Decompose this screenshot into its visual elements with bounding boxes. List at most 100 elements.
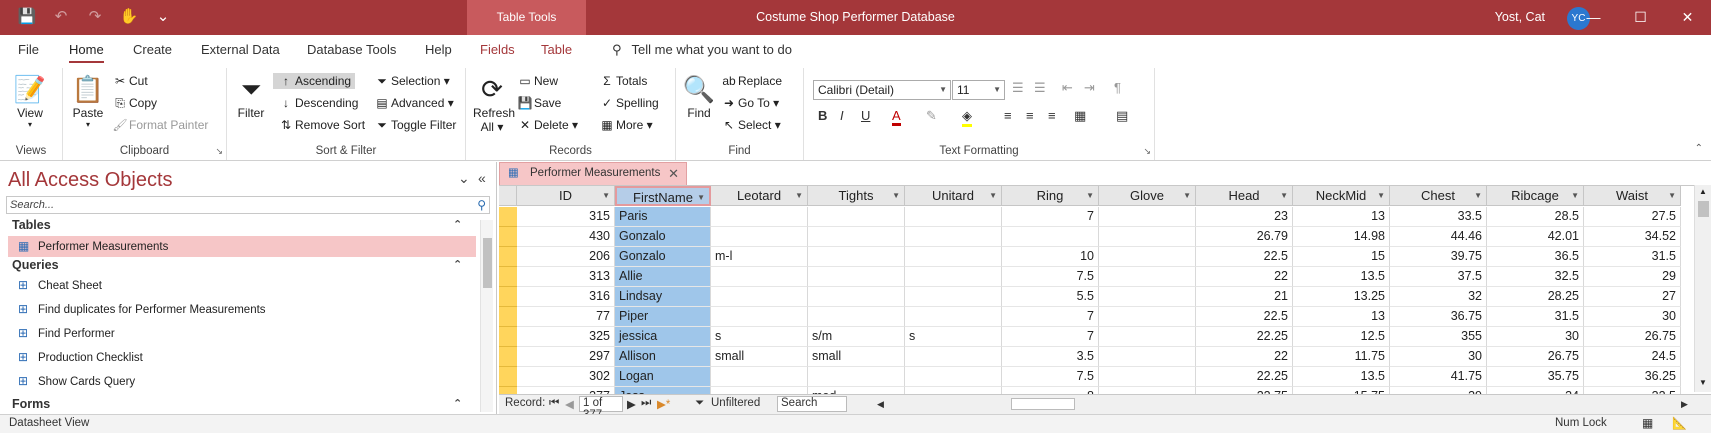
cell-unitard[interactable] <box>905 227 1002 247</box>
align-right-icon[interactable]: ≡ <box>1048 108 1056 123</box>
document-tab[interactable]: ▦ Performer Measurements ✕ <box>499 162 687 185</box>
underline-icon[interactable]: U <box>861 108 870 123</box>
select-all-corner[interactable] <box>499 186 517 206</box>
record-selector[interactable] <box>499 247 517 267</box>
font-size-combo[interactable]: 11 ▼ <box>952 80 1005 100</box>
close-icon[interactable]: ✕ <box>668 163 679 184</box>
tab-database-tools[interactable]: Database Tools <box>307 42 396 57</box>
tab-fields[interactable]: Fields <box>480 42 515 57</box>
cell-leotard[interactable]: m-l <box>711 247 808 267</box>
scroll-down-icon[interactable]: ▼ <box>1699 378 1707 387</box>
nav-search-input[interactable]: Search... ⚲ <box>6 196 490 214</box>
cell-neckmid[interactable]: 13.5 <box>1293 367 1390 387</box>
font-color-icon[interactable]: A <box>892 108 901 126</box>
format-painter-button[interactable]: 🖌Format Painter <box>111 118 208 132</box>
cell-head[interactable]: 22 <box>1196 267 1293 287</box>
cell-glove[interactable] <box>1099 247 1196 267</box>
record-selector[interactable] <box>499 347 517 367</box>
cell-ribcage[interactable]: 31.5 <box>1487 307 1584 327</box>
toggle-filter-button[interactable]: ⏷ Toggle Filter <box>373 118 456 133</box>
tab-table[interactable]: Table <box>541 42 572 57</box>
cell-ribcage[interactable]: 32.5 <box>1487 267 1584 287</box>
cell-ring[interactable]: 7.5 <box>1002 367 1099 387</box>
filter-dropdown-icon[interactable]: ▼ <box>1668 186 1676 206</box>
customize-qat-icon[interactable]: ⌄ <box>152 7 174 25</box>
filter-dropdown-icon[interactable]: ▼ <box>1474 186 1482 206</box>
selection-button[interactable]: ⏷ Selection ▾ <box>373 74 450 89</box>
cell-id[interactable]: 430 <box>517 227 615 247</box>
cell-waist[interactable]: 29 <box>1584 267 1681 287</box>
cell-waist[interactable]: 36.25 <box>1584 367 1681 387</box>
cell-unitard[interactable] <box>905 207 1002 227</box>
cell-firstname[interactable]: Piper <box>615 307 711 327</box>
cell-glove[interactable] <box>1099 327 1196 347</box>
shutter-bar-icon[interactable]: « <box>478 170 486 186</box>
cell-id[interactable]: 297 <box>517 347 615 367</box>
cell-firstname[interactable]: Lindsay <box>615 287 711 307</box>
touch-mode-icon[interactable]: ✋ <box>118 7 140 25</box>
cell-chest[interactable]: 41.75 <box>1390 367 1487 387</box>
more-button[interactable]: ▦ More ▾ <box>598 118 652 132</box>
column-header-leotard[interactable]: Leotard ▼ <box>711 186 808 206</box>
font-name-combo[interactable]: Calibri (Detail) ▼ <box>813 80 951 100</box>
close-button[interactable]: ✕ <box>1664 0 1711 35</box>
bullets-icon[interactable]: ☰ <box>1012 80 1024 96</box>
filter-button[interactable]: ⏷ Filter <box>233 72 269 120</box>
bold-icon[interactable]: B <box>818 108 827 123</box>
cell-tights[interactable] <box>808 247 905 267</box>
numbering-icon[interactable]: ☰ <box>1034 80 1046 96</box>
nav-item-cheat-sheet[interactable]: ⊞ Cheat Sheet <box>8 275 476 296</box>
align-center-icon[interactable]: ≡ <box>1026 108 1034 123</box>
cell-tights[interactable] <box>808 227 905 247</box>
cell-id[interactable]: 316 <box>517 287 615 307</box>
cell-glove[interactable] <box>1099 227 1196 247</box>
cell-waist[interactable]: 31.5 <box>1584 247 1681 267</box>
filter-dropdown-icon[interactable]: ▼ <box>1377 186 1385 206</box>
next-record-icon[interactable]: ▶ <box>627 397 636 411</box>
cell-unitard[interactable] <box>905 287 1002 307</box>
cell-glove[interactable] <box>1099 367 1196 387</box>
scroll-thumb[interactable] <box>1698 201 1709 217</box>
cell-waist[interactable]: 24.5 <box>1584 347 1681 367</box>
cell-id[interactable]: 206 <box>517 247 615 267</box>
cell-ribcage[interactable]: 28.5 <box>1487 207 1584 227</box>
scroll-thumb[interactable] <box>483 238 492 288</box>
record-selector[interactable] <box>499 227 517 247</box>
cell-id[interactable]: 315 <box>517 207 615 227</box>
advanced-button[interactable]: ▤ Advanced ▾ <box>373 96 453 110</box>
minimize-button[interactable]: — <box>1570 0 1617 35</box>
cell-unitard[interactable] <box>905 267 1002 287</box>
cell-id[interactable]: 325 <box>517 327 615 347</box>
cell-leotard[interactable] <box>711 287 808 307</box>
paragraph-icon[interactable]: ¶ <box>1114 80 1121 95</box>
cell-ring[interactable]: 7.5 <box>1002 267 1099 287</box>
cell-head[interactable]: 22.5 <box>1196 307 1293 327</box>
column-header-firstname[interactable]: FirstName ▼ <box>615 186 711 206</box>
section-forms[interactable]: Forms ⌃ <box>12 397 462 411</box>
cell-tights[interactable] <box>808 267 905 287</box>
nav-scrollbar[interactable] <box>480 220 493 412</box>
cell-glove[interactable] <box>1099 267 1196 287</box>
cell-chest[interactable]: 39.75 <box>1390 247 1487 267</box>
nav-item-performer-measurements[interactable]: ▦ Performer Measurements <box>8 236 476 257</box>
nav-item-find-duplicates[interactable]: ⊞ Find duplicates for Performer Measureme… <box>8 299 476 320</box>
column-header-ribcage[interactable]: Ribcage ▼ <box>1487 186 1584 206</box>
italic-icon[interactable]: I <box>840 108 844 123</box>
tab-file[interactable]: File <box>18 42 39 57</box>
cell-ribcage[interactable]: 30 <box>1487 327 1584 347</box>
cell-firstname[interactable]: Logan <box>615 367 711 387</box>
nav-pane-title[interactable]: All Access Objects <box>8 169 173 192</box>
record-selector[interactable] <box>499 327 517 347</box>
cell-head[interactable]: 21 <box>1196 287 1293 307</box>
record-selector[interactable] <box>499 207 517 227</box>
record-search-input[interactable]: Search <box>777 396 847 412</box>
filter-dropdown-icon[interactable]: ▼ <box>1280 186 1288 206</box>
filter-dropdown-icon[interactable]: ▼ <box>602 186 610 206</box>
tab-create[interactable]: Create <box>133 42 172 57</box>
redo-icon[interactable]: ↷ <box>84 7 106 25</box>
column-header-chest[interactable]: Chest ▼ <box>1390 186 1487 206</box>
select-button[interactable]: ↖ Select ▾ <box>720 118 781 132</box>
column-header-id[interactable]: ID ▼ <box>517 186 615 206</box>
cell-head[interactable]: 22.25 <box>1196 367 1293 387</box>
cell-ring[interactable]: 5.5 <box>1002 287 1099 307</box>
